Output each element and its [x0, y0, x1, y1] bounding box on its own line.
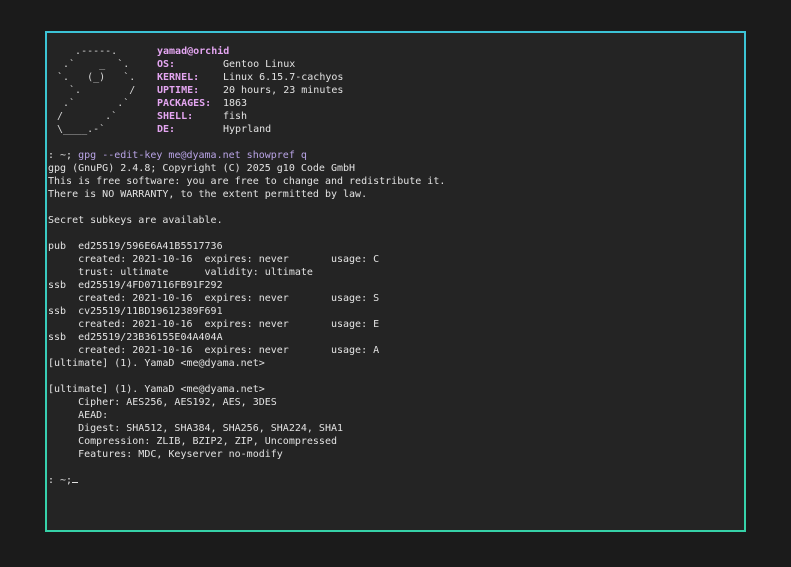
fetch-row-uptime: UPTIME: 20 hours, 23 minutes: [157, 84, 343, 97]
output-line: created: 2021-10-16 expires: never usage…: [48, 345, 380, 356]
output-line: created: 2021-10-16 expires: never usage…: [48, 293, 380, 304]
command-text: gpg --edit-key me@dyama.net showpref q: [78, 150, 307, 161]
fetch-value: fish: [223, 111, 248, 122]
fetch-value: Gentoo Linux: [223, 59, 296, 70]
system-info-list: yamad @ orchid OS: Gentoo Linux KERNEL: Linu…: [157, 45, 343, 149]
output-line: ssb ed25519/4FD07116FB91F292: [48, 280, 223, 291]
output-line: This is free software: you are free to c…: [48, 176, 446, 187]
output-line: created: 2021-10-16 expires: never usage…: [48, 319, 380, 330]
output-line: AEAD:: [48, 410, 109, 421]
fetch-value: Linux 6.15.7-cachyos: [223, 72, 344, 83]
fetch-key: DE:: [157, 124, 176, 135]
prompt-symbol: : ~;: [48, 150, 79, 161]
output-line: Cipher: AES256, AES192, AES, 3DES: [48, 397, 277, 408]
fetch-value: 20 hours, 23 minutes: [223, 85, 344, 96]
fetch-row-shell: SHELL: fish: [157, 110, 343, 123]
fetch-key: UPTIME:: [157, 85, 200, 96]
output-line: Digest: SHA512, SHA384, SHA256, SHA224, …: [48, 423, 344, 434]
output-line: trust: ultimate validity: ultimate: [48, 267, 313, 278]
output-line: ssb ed25519/23B36155E04A404A: [48, 332, 223, 343]
output-line: [ultimate] (1). YamaD <me@dyama.net>: [48, 384, 265, 395]
fetch-value: 1863: [223, 98, 248, 109]
fetch-value: Hyprland: [223, 124, 272, 135]
current-prompt-line[interactable]: : ~;: [48, 474, 744, 487]
fetch-row-de: DE: Hyprland: [157, 123, 343, 136]
output-line: [ultimate] (1). YamaD <me@dyama.net>: [48, 358, 265, 369]
fetch-key: KERNEL:: [157, 72, 200, 83]
output-line: gpg (GnuPG) 2.4.8; Copyright (C) 2025 g1…: [48, 163, 356, 174]
fetch-key: SHELL:: [157, 111, 194, 122]
output-line: There is NO WARRANTY, to the extent perm…: [48, 189, 368, 200]
text-cursor: [72, 482, 79, 483]
output-line: Compression: ZLIB, BZIP2, ZIP, Uncompres…: [48, 436, 337, 447]
fetch-key: OS:: [157, 59, 176, 70]
fetch-hostname: orchid: [193, 46, 230, 57]
fetch-key: PACKAGES:: [157, 98, 212, 109]
terminal-output[interactable]: .-----. .` _ `. `. (_) `. `. / .` .` / .…: [47, 33, 744, 530]
output-line: created: 2021-10-16 expires: never usage…: [48, 254, 380, 265]
fetch-row-packages: PACKAGES: 1863: [157, 97, 343, 110]
output-line: ssb cv25519/11BD19612389F691: [48, 306, 223, 317]
output-line: pub ed25519/596E6A41B5517736: [48, 241, 223, 252]
fetch-user-host: yamad @ orchid: [157, 45, 343, 58]
fetch-row-kernel: KERNEL: Linux 6.15.7-cachyos: [157, 71, 343, 84]
gentoo-ascii-logo: .-----. .` _ `. `. (_) `. `. / .` .` / .…: [57, 46, 136, 135]
terminal-window[interactable]: .-----. .` _ `. `. (_) `. `. / .` .` / .…: [45, 31, 746, 532]
system-info-fetch: .-----. .` _ `. `. (_) `. `. / .` .` / .…: [48, 45, 744, 149]
fetch-row-os: OS: Gentoo Linux: [157, 58, 343, 71]
output-line: Secret subkeys are available.: [48, 215, 223, 226]
fetch-username: yamad: [157, 46, 188, 57]
output-line: Features: MDC, Keyserver no-modify: [48, 449, 283, 460]
command-line: : ~; gpg --edit-key me@dyama.net showpre…: [48, 149, 744, 162]
prompt-symbol: : ~;: [48, 475, 73, 486]
